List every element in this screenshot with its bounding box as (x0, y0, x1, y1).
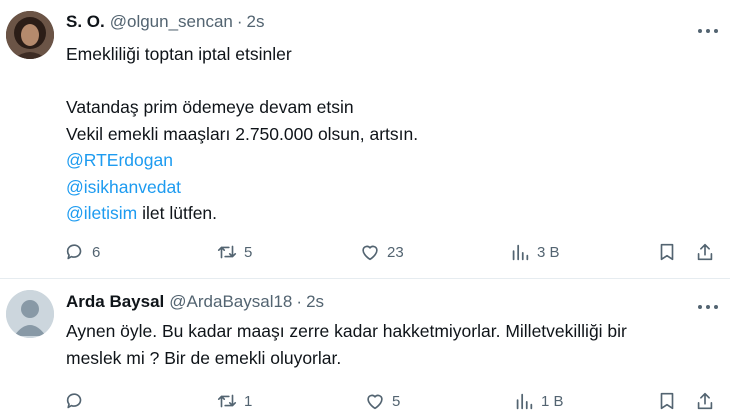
mention-link[interactable]: @iletisim (66, 203, 137, 223)
author-handle[interactable]: @olgun_sencan (110, 12, 233, 32)
tweet-text-line: Vekil emekli maaşları 2.750.000 olsun, a… (66, 123, 419, 144)
tweet-text-line: Vatandaş prim ödemeye devam etsin (66, 97, 354, 117)
repost-button[interactable]: 1 (216, 389, 252, 413)
timestamp[interactable]: 2s (306, 292, 324, 312)
repost-button[interactable]: 5 (216, 240, 252, 264)
tweet-1[interactable]: S. O. @olgun_sencan · 2s Emekliliği topt… (0, 0, 730, 278)
like-icon (362, 245, 378, 261)
views-count: 1 B (541, 392, 564, 410)
avatar[interactable] (6, 290, 54, 338)
avatar[interactable] (6, 11, 54, 59)
bookmark-icon (660, 243, 674, 261)
like-button[interactable]: 5 (364, 389, 400, 413)
separator-dot: · (296, 292, 303, 311)
more-icon[interactable] (697, 298, 719, 309)
bookmark-button[interactable] (656, 389, 678, 413)
tweet-text: Aynen öyle. Bu kadar maaşı zerre kadar h… (66, 318, 706, 371)
more-icon[interactable] (697, 22, 719, 33)
share-button[interactable] (694, 389, 716, 413)
author-name[interactable]: S. O. (66, 12, 105, 32)
bookmark-icon (660, 392, 674, 410)
tweet-header: S. O. @olgun_sencan · 2s (66, 12, 265, 32)
views-button[interactable]: 3 B (509, 240, 560, 264)
repost-icon (217, 394, 237, 408)
repost-count: 5 (244, 243, 253, 261)
views-button[interactable]: 1 B (513, 389, 564, 413)
views-count: 3 B (537, 243, 560, 261)
action-bar: 1 5 1 B (0, 389, 730, 413)
tweet-text-line: Aynen öyle. Bu kadar maaşı zerre kadar h… (66, 321, 627, 341)
tweet-text-suffix: ilet lütfen. (137, 203, 218, 223)
tweet-text: Emekliliği toptan iptal etsinler Vatanda… (66, 41, 706, 227)
bookmark-button[interactable] (656, 240, 678, 264)
author-name[interactable]: Arda Baysal (66, 292, 164, 312)
views-icon (516, 393, 533, 410)
action-bar: 6 5 23 3 B (0, 240, 730, 264)
views-icon (512, 244, 529, 261)
share-button[interactable] (694, 240, 716, 264)
author-handle[interactable]: @ArdaBaysal18 (169, 292, 292, 312)
tweet-text-line: Emekliliği toptan iptal etsinler (66, 44, 292, 64)
repost-icon (217, 245, 237, 259)
repost-count: 1 (244, 392, 253, 410)
separator-dot: · (236, 12, 243, 31)
like-count: 5 (392, 392, 401, 410)
reply-count: 6 (92, 243, 101, 261)
share-icon (697, 392, 713, 410)
like-icon (367, 394, 383, 410)
tweet-text-line (66, 68, 706, 95)
tweet-header: Arda Baysal @ArdaBaysal18 · 2s (66, 292, 324, 312)
like-count: 23 (387, 243, 404, 261)
reply-button[interactable]: 6 (64, 240, 100, 264)
reply-button[interactable] (64, 389, 92, 413)
mention-link[interactable]: @isikhanvedat (66, 177, 181, 197)
like-button[interactable]: 23 (359, 240, 404, 264)
reply-icon (66, 244, 82, 260)
reply-icon (66, 393, 82, 409)
share-icon (697, 243, 713, 261)
tweet-text-line: meslek mi ? Bir de emekli oluyorlar. (66, 347, 342, 368)
timestamp[interactable]: 2s (247, 12, 265, 32)
mention-link[interactable]: @RTErdogan (66, 150, 173, 170)
